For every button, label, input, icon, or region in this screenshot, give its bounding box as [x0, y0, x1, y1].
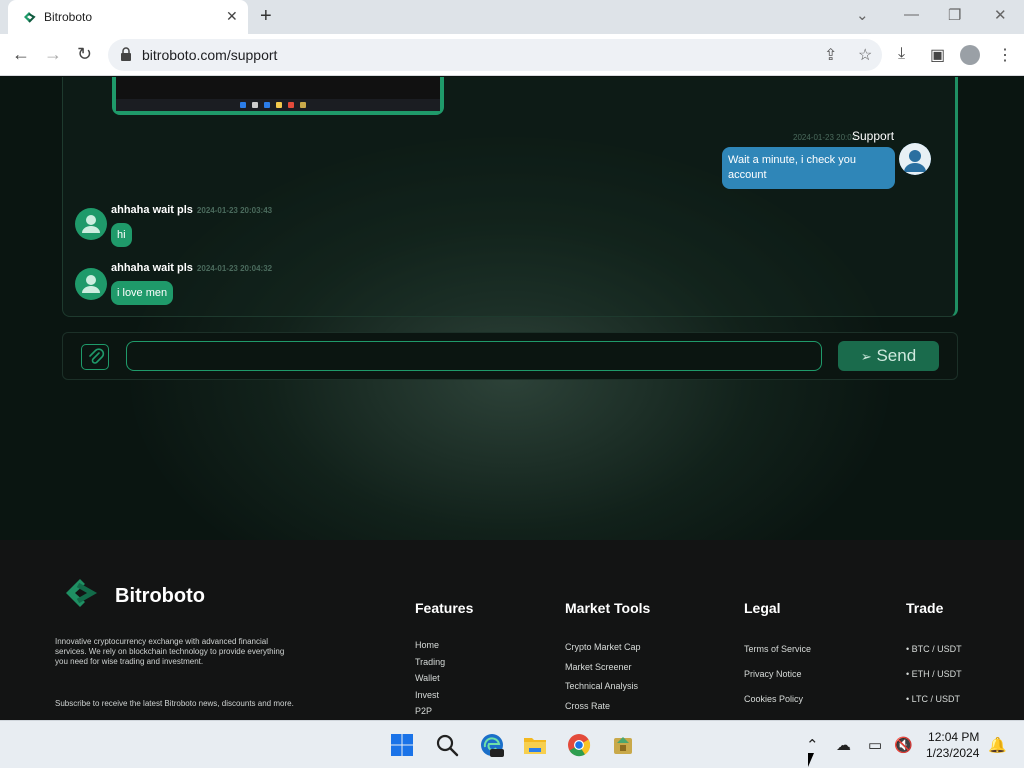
user-name: ahhaha wait pls: [111, 204, 193, 216]
restore-icon[interactable]: ❐: [948, 6, 961, 24]
user-message-header: ahhaha wait pls 2024-01-23 20:04:32: [111, 262, 272, 274]
minimize-icon[interactable]: —: [904, 6, 919, 23]
footer-link[interactable]: Market Screener: [565, 662, 632, 672]
tab-title: Bitroboto: [44, 10, 93, 24]
thumb-taskbar: [116, 99, 440, 111]
user-silhouette-icon: [82, 275, 100, 293]
system-clock[interactable]: 12:04 PM 1/23/2024: [926, 729, 979, 761]
attach-button[interactable]: [81, 344, 109, 370]
close-window-icon[interactable]: ✕: [994, 6, 1007, 24]
thumb-icon: [264, 102, 270, 108]
send-button[interactable]: ➢ Send: [838, 341, 939, 371]
download-icon[interactable]: ⤓: [898, 45, 905, 63]
send-arrow-icon: ➢: [860, 349, 872, 364]
footer-heading-market-tools: Market Tools: [565, 600, 651, 616]
bitroboto-logo-icon: [66, 579, 98, 607]
footer-link[interactable]: Trading: [415, 657, 445, 667]
new-tab-button[interactable]: +: [260, 5, 272, 28]
volume-muted-icon[interactable]: 🔇: [894, 736, 913, 754]
profile-avatar-icon[interactable]: [960, 45, 980, 65]
user-name: ahhaha wait pls: [111, 262, 193, 274]
user-silhouette-icon: [82, 215, 100, 233]
user-silhouette-icon: [899, 143, 931, 175]
browser-tab-bar: Bitroboto ✕ + ⌄ — ❐ ✕: [0, 0, 1024, 34]
search-icon[interactable]: [435, 733, 459, 757]
footer-subscribe-text: Subscribe to receive the latest Bitrobot…: [55, 699, 294, 708]
site-footer: Bitroboto Innovative cryptocurrency exch…: [0, 540, 1024, 720]
support-page: 2024-01-23 20:03 Support Wait a minute, …: [0, 77, 1024, 720]
user-message-time: 2024-01-23 20:04:32: [196, 264, 273, 273]
attached-screenshot-image[interactable]: [112, 77, 444, 115]
clock-time: 12:04 PM: [928, 730, 980, 744]
footer-link[interactable]: Cookies Policy: [744, 694, 803, 704]
message-input[interactable]: [126, 341, 822, 371]
browser-toolbar: ← → ↻ bitroboto.com/support ⇪ ☆ ⤓ ▣ ⋮: [0, 34, 1024, 76]
back-icon[interactable]: ←: [12, 44, 30, 65]
user-avatar: [75, 268, 107, 300]
footer-link[interactable]: Wallet: [415, 673, 440, 683]
footer-description: Innovative cryptocurrency exchange with …: [55, 637, 285, 666]
share-icon[interactable]: ⇪: [824, 45, 837, 65]
notification-bell-icon[interactable]: 🔔: [988, 736, 1007, 754]
footer-link[interactable]: Home: [415, 640, 439, 650]
footer-link[interactable]: Technical Analysis: [565, 681, 638, 691]
mouse-cursor-icon: [808, 753, 814, 767]
menu-kebab-icon[interactable]: ⋮: [997, 45, 1013, 65]
footer-link[interactable]: P2P: [415, 706, 432, 716]
user-message-bubble: hi: [111, 223, 132, 247]
reload-icon[interactable]: ↻: [77, 44, 92, 65]
tab-search-icon[interactable]: ⌄: [856, 6, 869, 24]
forward-icon[interactable]: →: [44, 44, 62, 65]
close-tab-icon[interactable]: ✕: [226, 8, 238, 25]
footer-link[interactable]: • BTC / USDT: [906, 644, 962, 654]
edge-beta-icon[interactable]: [480, 733, 504, 757]
message-input-bar: ➢ Send: [62, 332, 958, 380]
bitroboto-favicon-icon: [24, 12, 36, 23]
side-panel-icon[interactable]: ▣: [930, 45, 945, 65]
footer-link[interactable]: Terms of Service: [744, 644, 811, 654]
show-hidden-icons-chevron-icon[interactable]: ⌃: [806, 736, 819, 754]
windows-start-icon[interactable]: [390, 733, 414, 757]
footer-link[interactable]: Privacy Notice: [744, 669, 802, 679]
chrome-icon[interactable]: [567, 733, 591, 757]
lock-icon: [121, 47, 131, 61]
paperclip-icon: [89, 348, 105, 364]
footer-link[interactable]: Invest: [415, 690, 439, 700]
network-icon[interactable]: ▭: [868, 736, 882, 754]
support-message-time: 2024-01-23 20:03: [793, 133, 857, 142]
footer-link[interactable]: Cross Rate: [565, 701, 610, 711]
thumb-icon: [288, 102, 294, 108]
user-message-bubble: i love men: [111, 281, 174, 305]
user-message-header: ahhaha wait pls 2024-01-23 20:03:43: [111, 204, 272, 216]
user-avatar: [75, 208, 107, 240]
app-package-icon[interactable]: [611, 733, 635, 757]
footer-link[interactable]: • ETH / USDT: [906, 669, 962, 679]
footer-brand: Bitroboto: [115, 585, 205, 607]
url-text: bitroboto.com/support: [142, 47, 278, 63]
support-name: Support: [852, 129, 895, 143]
address-bar[interactable]: bitroboto.com/support ⇪ ☆: [108, 39, 882, 71]
thumb-icon: [300, 102, 306, 108]
windows-taskbar: ⌃ ☁ ▭ 🔇 12:04 PM 1/23/2024 🔔: [0, 720, 1024, 768]
bookmark-star-icon[interactable]: ☆: [858, 45, 872, 65]
thumb-icon: [240, 102, 246, 108]
tab-bitroboto[interactable]: Bitroboto ✕: [8, 0, 248, 34]
footer-heading-legal: Legal: [744, 600, 781, 616]
support-avatar: [899, 143, 931, 175]
thumb-icon: [252, 102, 258, 108]
onedrive-offline-icon[interactable]: ☁: [836, 736, 851, 754]
footer-link[interactable]: • LTC / USDT: [906, 694, 960, 704]
send-label: Send: [876, 346, 917, 365]
footer-link[interactable]: Crypto Market Cap: [565, 642, 641, 652]
file-explorer-icon[interactable]: [523, 733, 547, 757]
user-message-time: 2024-01-23 20:03:43: [196, 206, 273, 215]
footer-heading-trade: Trade: [906, 600, 944, 616]
clock-date: 1/23/2024: [926, 746, 980, 760]
thumb-icon: [276, 102, 282, 108]
footer-heading-features: Features: [415, 600, 474, 616]
support-message-bubble: Wait a minute, i check you account: [722, 147, 895, 189]
